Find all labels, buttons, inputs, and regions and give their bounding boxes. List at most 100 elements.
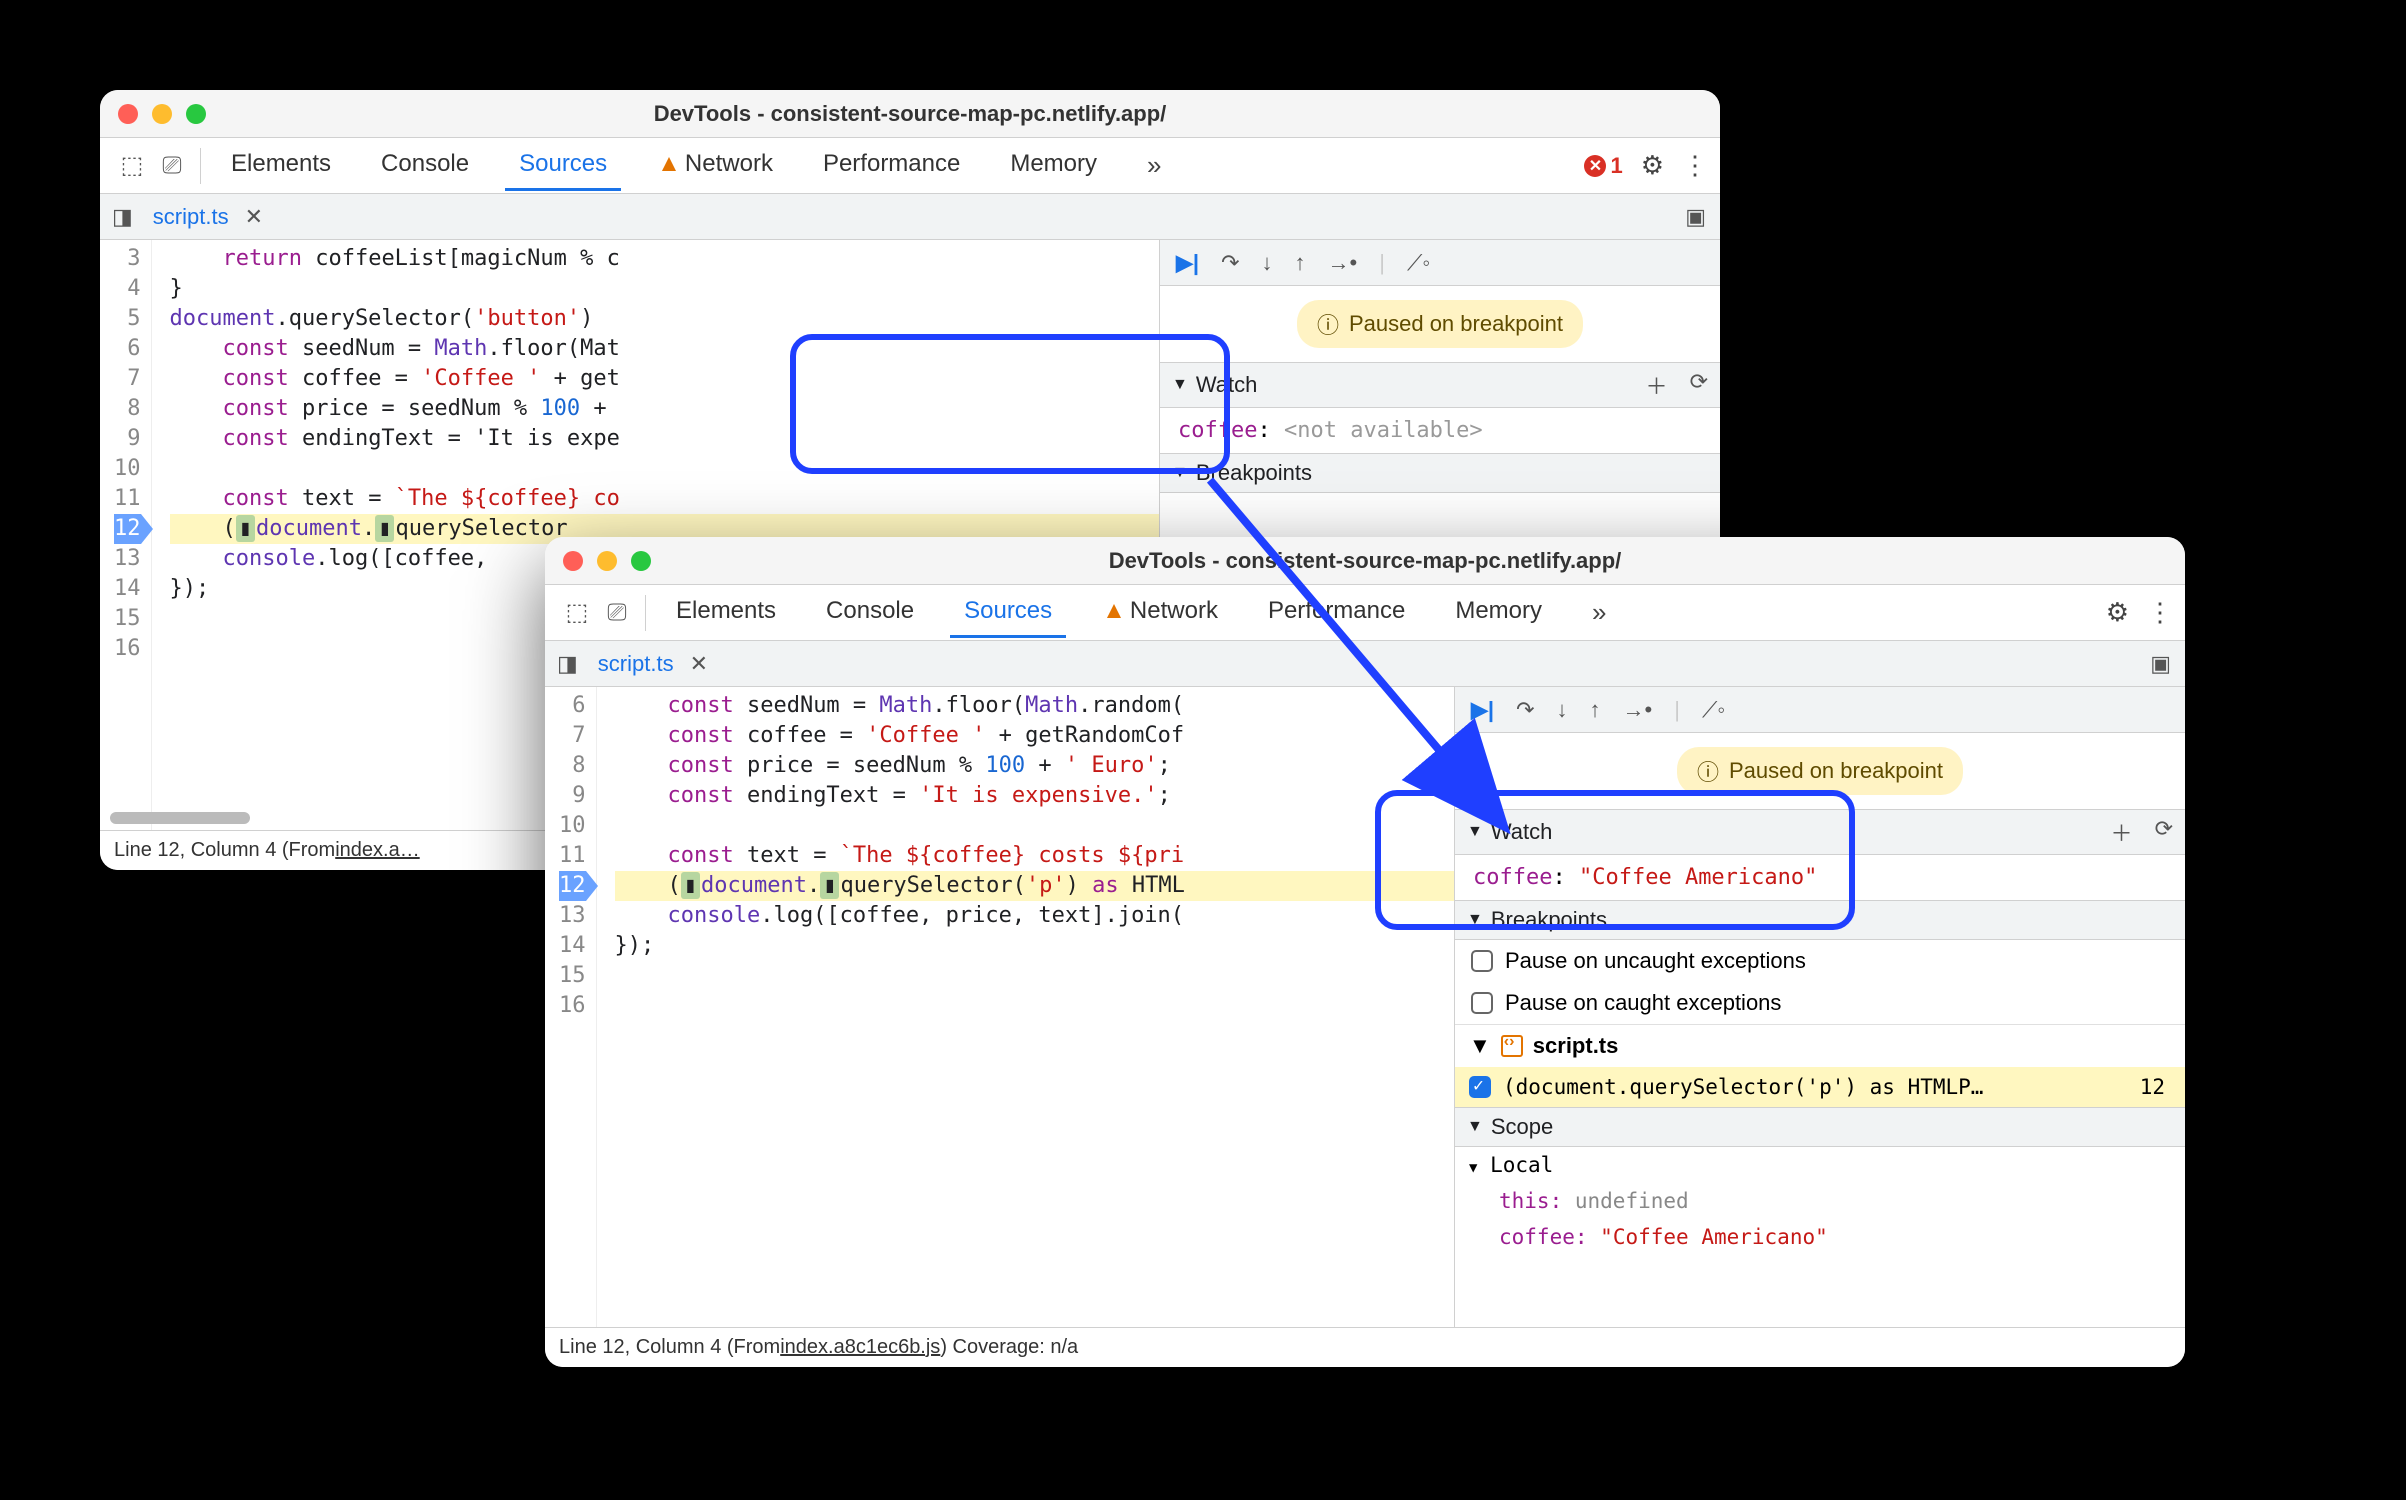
tab-elements[interactable]: Elements xyxy=(217,140,345,191)
scope-local-header[interactable]: ▼ Local xyxy=(1455,1147,2185,1183)
disclosure-triangle-icon: ▼ xyxy=(1469,1033,1491,1059)
deactivate-breakpoints-icon[interactable]: ⟋◦ xyxy=(1702,697,1725,723)
watch-section-header[interactable]: ▼ Watch ＋ ⟳ xyxy=(1455,809,2185,855)
close-window-icon[interactable] xyxy=(563,551,583,571)
settings-icon[interactable]: ⚙ xyxy=(1641,150,1664,181)
step-into-icon[interactable]: ↓ xyxy=(1262,250,1273,276)
scope-variable: coffee: "Coffee Americano" xyxy=(1455,1219,2185,1255)
sources-subbar: ◨ script.ts ✕ ▣ xyxy=(545,641,2185,687)
tab-elements[interactable]: Elements xyxy=(662,587,790,638)
status-bar: Line 12, Column 4 (From index.a8c1ec6b.j… xyxy=(545,1327,2185,1367)
run-snippet-icon[interactable]: ▣ xyxy=(2136,651,2185,677)
refresh-watch-icon[interactable]: ⟳ xyxy=(1690,369,1708,401)
kebab-menu-icon[interactable]: ⋮ xyxy=(2147,597,2173,628)
scope-section-header[interactable]: ▼ Scope xyxy=(1455,1107,2185,1147)
code-editor[interactable]: 678910111213141516 const seedNum = Math.… xyxy=(545,687,1455,1327)
minimize-window-icon[interactable] xyxy=(597,551,617,571)
breakpoint-file-header[interactable]: ▼ script.ts xyxy=(1455,1024,2185,1067)
breakpoints-section-header[interactable]: ▼ Breakpoints xyxy=(1160,453,1720,493)
resume-icon[interactable]: ▶| xyxy=(1471,697,1494,723)
maximize-window-icon[interactable] xyxy=(186,104,206,124)
window-title: DevTools - consistent-source-map-pc.netl… xyxy=(100,101,1720,127)
traffic-lights xyxy=(563,551,651,571)
kebab-menu-icon[interactable]: ⋮ xyxy=(1682,150,1708,181)
traffic-lights xyxy=(118,104,206,124)
navigator-toggle-icon[interactable]: ◨ xyxy=(545,651,590,677)
status-source-link[interactable]: index.a… xyxy=(335,839,420,862)
inspect-icon[interactable]: ⬚ xyxy=(112,151,152,180)
step-icon[interactable]: →• xyxy=(1328,250,1358,276)
resume-icon[interactable]: ▶| xyxy=(1176,250,1199,276)
panel-tabs: Elements Console Sources ▲Network Perfor… xyxy=(217,140,1175,191)
error-count[interactable]: ✕ 1 xyxy=(1584,153,1622,179)
tab-sources[interactable]: Sources xyxy=(950,587,1066,638)
window-title: DevTools - consistent-source-map-pc.netl… xyxy=(545,548,2185,574)
info-icon: ⓘ xyxy=(1697,755,1719,787)
devtools-toolbar: ⬚ ⎚ Elements Console Sources ▲Network Pe… xyxy=(100,138,1720,194)
tab-console[interactable]: Console xyxy=(367,140,483,191)
debugger-controls: ▶| ↷ ↓ ↑ →• | ⟋◦ xyxy=(1455,687,2185,733)
add-watch-icon[interactable]: ＋ xyxy=(1646,369,1668,401)
refresh-watch-icon[interactable]: ⟳ xyxy=(2155,816,2173,848)
run-snippet-icon[interactable]: ▣ xyxy=(1671,204,1720,230)
close-tab-icon[interactable]: ✕ xyxy=(237,204,271,230)
step-over-icon[interactable]: ↷ xyxy=(1516,697,1534,723)
warning-icon: ▲ xyxy=(657,150,681,177)
error-icon: ✕ xyxy=(1584,155,1606,177)
more-tabs-icon[interactable]: » xyxy=(1133,140,1175,191)
panel-tabs: Elements Console Sources ▲Network Perfor… xyxy=(662,587,1620,638)
checkbox-icon[interactable] xyxy=(1471,992,1493,1014)
breakpoint-row[interactable]: (document.querySelector('p') as HTMLP… 1… xyxy=(1455,1067,2185,1107)
disclosure-triangle-icon: ▼ xyxy=(1467,1118,1483,1136)
tab-network[interactable]: ▲Network xyxy=(1088,587,1232,638)
add-watch-icon[interactable]: ＋ xyxy=(2111,816,2133,848)
settings-icon[interactable]: ⚙ xyxy=(2106,597,2129,628)
deactivate-breakpoints-icon[interactable]: ⟋◦ xyxy=(1407,250,1430,276)
step-over-icon[interactable]: ↷ xyxy=(1221,250,1239,276)
navigator-toggle-icon[interactable]: ◨ xyxy=(100,204,145,230)
checkbox-icon[interactable] xyxy=(1469,1076,1491,1098)
open-file-tab[interactable]: script.ts xyxy=(145,204,237,230)
tab-memory[interactable]: Memory xyxy=(996,140,1111,191)
inspect-icon[interactable]: ⬚ xyxy=(557,598,597,627)
checkbox-icon[interactable] xyxy=(1471,950,1493,972)
pause-caught-toggle[interactable]: Pause on caught exceptions xyxy=(1455,982,2185,1024)
titlebar: DevTools - consistent-source-map-pc.netl… xyxy=(100,90,1720,138)
source-file-icon xyxy=(1501,1035,1523,1057)
info-icon: ⓘ xyxy=(1317,308,1339,340)
close-tab-icon[interactable]: ✕ xyxy=(682,651,716,677)
minimize-window-icon[interactable] xyxy=(152,104,172,124)
tab-network[interactable]: ▲Network xyxy=(643,140,787,191)
maximize-window-icon[interactable] xyxy=(631,551,651,571)
debugger-controls: ▶| ↷ ↓ ↑ →• | ⟋◦ xyxy=(1160,240,1720,286)
watch-body: coffee: <not available> xyxy=(1160,408,1720,453)
step-out-icon[interactable]: ↑ xyxy=(1590,697,1601,723)
warning-icon: ▲ xyxy=(1102,597,1126,624)
watch-section-header[interactable]: ▼ Watch ＋ ⟳ xyxy=(1160,362,1720,408)
tab-performance[interactable]: Performance xyxy=(1254,587,1419,638)
scrollbar-horizontal[interactable] xyxy=(110,812,250,824)
device-toggle-icon[interactable]: ⎚ xyxy=(597,599,637,627)
more-tabs-icon[interactable]: » xyxy=(1578,587,1620,638)
breakpoints-section-header[interactable]: ▼ Breakpoints xyxy=(1455,900,2185,940)
disclosure-triangle-icon: ▼ xyxy=(1172,376,1188,394)
disclosure-triangle-icon: ▼ xyxy=(1172,464,1188,482)
close-window-icon[interactable] xyxy=(118,104,138,124)
devtools-toolbar: ⬚ ⎚ Elements Console Sources ▲Network Pe… xyxy=(545,585,2185,641)
step-icon[interactable]: →• xyxy=(1623,697,1653,723)
tab-sources[interactable]: Sources xyxy=(505,140,621,191)
step-into-icon[interactable]: ↓ xyxy=(1557,697,1568,723)
watch-body: coffee: "Coffee Americano" xyxy=(1455,855,2185,900)
step-out-icon[interactable]: ↑ xyxy=(1295,250,1306,276)
tab-performance[interactable]: Performance xyxy=(809,140,974,191)
status-source-link[interactable]: index.a8c1ec6b.js xyxy=(780,1336,940,1359)
disclosure-triangle-icon: ▼ xyxy=(1467,823,1483,841)
device-toggle-icon[interactable]: ⎚ xyxy=(152,152,192,180)
pause-status: ⓘ Paused on breakpoint xyxy=(1297,300,1583,348)
scope-variable: this: undefined xyxy=(1455,1183,2185,1219)
tab-memory[interactable]: Memory xyxy=(1441,587,1556,638)
tab-console[interactable]: Console xyxy=(812,587,928,638)
open-file-tab[interactable]: script.ts xyxy=(590,651,682,677)
pause-uncaught-toggle[interactable]: Pause on uncaught exceptions xyxy=(1455,940,2185,982)
disclosure-triangle-icon: ▼ xyxy=(1469,1160,1477,1176)
